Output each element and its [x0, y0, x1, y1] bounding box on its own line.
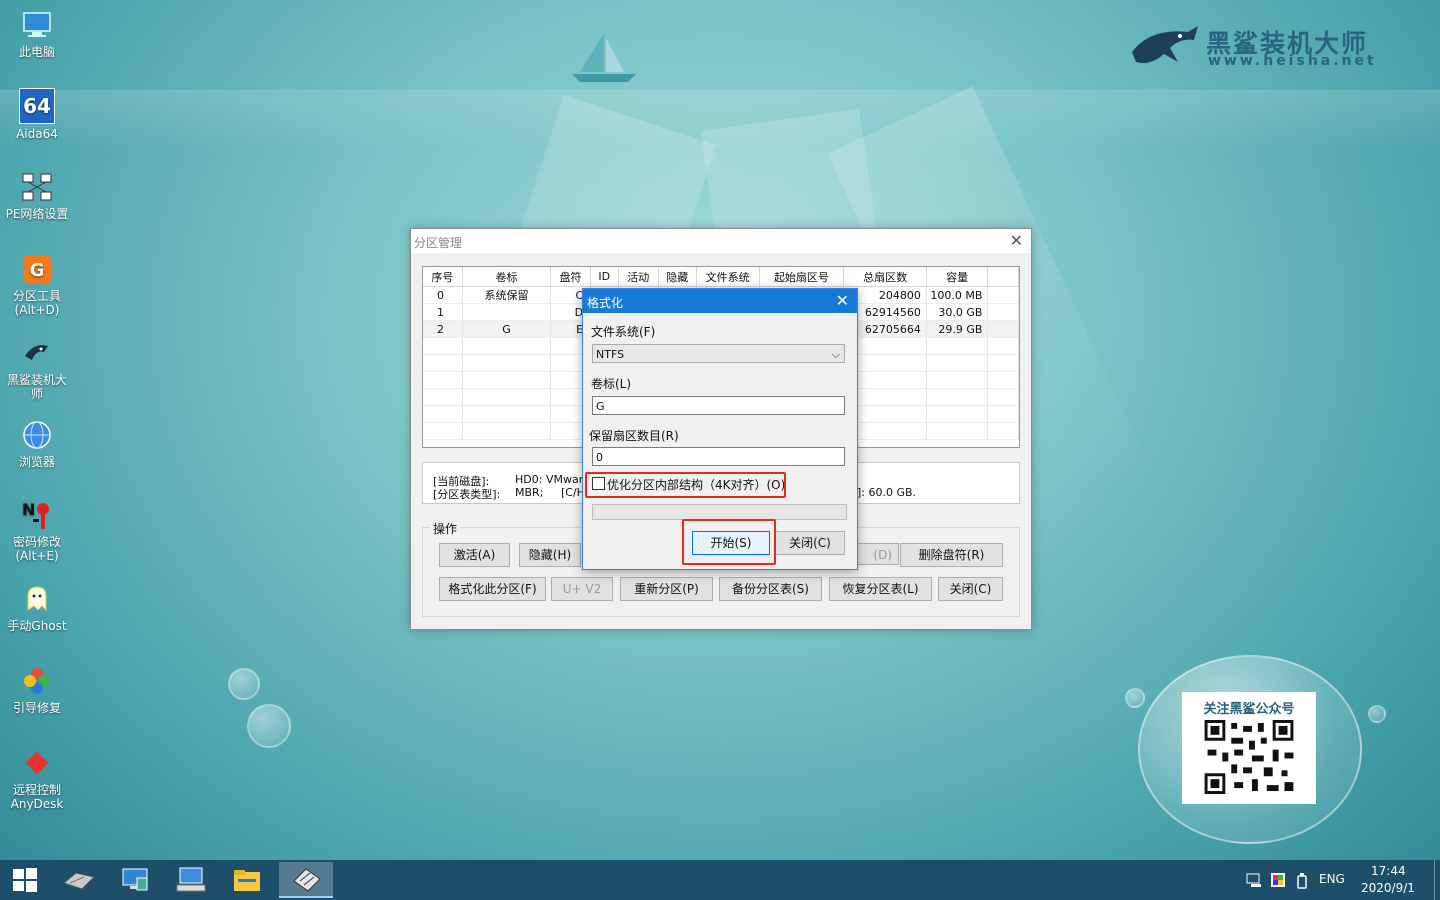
- column-header[interactable]: ID: [590, 267, 619, 287]
- volume-label-caption: 卷标(L): [591, 377, 632, 391]
- column-header[interactable]: 活动: [618, 267, 660, 287]
- column-header[interactable]: 卷标: [462, 267, 552, 287]
- computer-icon: [20, 8, 54, 42]
- column-header[interactable]: 容量: [926, 267, 989, 287]
- language-indicator[interactable]: ENG: [1319, 872, 1345, 886]
- desktop-icon-aida64[interactable]: 64 Aida64: [4, 88, 70, 141]
- color-tray-icon[interactable]: [1270, 872, 1286, 891]
- reserved-sectors-label: 保留扇区数目(R): [589, 429, 679, 443]
- svg-text:G: G: [30, 260, 45, 281]
- desktop-icon-heisha[interactable]: 黑鲨装机大 师: [4, 336, 70, 401]
- qr-card: 关注黑鲨公众号: [1182, 692, 1316, 804]
- bubble-decoration: [1368, 705, 1386, 723]
- partition-manager-icon: [293, 868, 321, 892]
- shark-logo-icon: [1132, 26, 1198, 63]
- globe-icon: [20, 418, 54, 452]
- window-title: 分区管理: [414, 236, 463, 250]
- aida64-icon: 64: [19, 88, 55, 124]
- desktop-icon-partition-tool[interactable]: G 分区工具 (Alt+D): [4, 252, 70, 317]
- bubble-decoration: [228, 668, 260, 700]
- hide-button[interactable]: 隐藏(H): [519, 543, 581, 567]
- svg-text:N: N: [22, 500, 35, 519]
- start-button[interactable]: [0, 862, 50, 898]
- dialog-titlebar[interactable]: 格式化 ✕: [583, 289, 857, 313]
- qr-code-icon: [1204, 720, 1294, 794]
- bubble-decoration: [1125, 688, 1145, 708]
- checkbox-highlight: [585, 472, 786, 498]
- taskbar-network[interactable]: [110, 862, 160, 898]
- pc-icon: [176, 867, 206, 892]
- key-icon: N: [20, 498, 54, 532]
- volume-label-input[interactable]: G: [592, 396, 845, 415]
- desktop-icon-password[interactable]: N 密码修改 (Alt+E): [4, 498, 70, 563]
- filesystem-label: 文件系统(F): [591, 325, 656, 339]
- taskbar-disk-tool[interactable]: [54, 862, 104, 898]
- column-header[interactable]: 起始扇区号: [759, 267, 845, 287]
- restore-table-button[interactable]: 恢复分区表(L): [829, 577, 932, 601]
- repartition-button[interactable]: 重新分区(P): [620, 577, 713, 601]
- desktop-icon-anydesk[interactable]: 远程控制 AnyDesk: [4, 746, 70, 811]
- shark-icon: [20, 336, 54, 370]
- taskbar: ENG 17:44 2020/9/1: [0, 860, 1440, 900]
- desktop-icon-browser[interactable]: 浏览器: [4, 418, 70, 469]
- network-tray-icon[interactable]: [1246, 872, 1264, 891]
- format-progress-bar: [592, 504, 847, 520]
- column-header[interactable]: 隐藏: [658, 267, 697, 287]
- usb-tray-icon[interactable]: [1296, 872, 1308, 893]
- delete-letter-button[interactable]: 删除盘符(R): [900, 543, 1003, 567]
- ghost-icon: [20, 582, 54, 616]
- desktop-icon-this-pc[interactable]: 此电脑: [4, 8, 70, 59]
- start-button-highlight: [682, 519, 776, 565]
- boot-repair-icon: [20, 664, 54, 698]
- format-partition-button[interactable]: 格式化此分区(F): [439, 577, 546, 601]
- close-icon[interactable]: ✕: [836, 291, 849, 310]
- heisha-logo: 黑鲨装机大师 www.heisha.net: [1130, 22, 1400, 74]
- clock-date[interactable]: 2020/9/1: [1361, 881, 1415, 895]
- network-icon: [20, 170, 54, 204]
- reserved-sectors-input[interactable]: 0: [592, 447, 845, 466]
- qr-caption: 关注黑鲨公众号: [1203, 702, 1295, 717]
- column-header[interactable]: 盘符: [550, 267, 591, 287]
- clock-time[interactable]: 17:44: [1371, 864, 1406, 878]
- network-computer-icon: [122, 868, 148, 891]
- partition-tool-icon: G: [20, 252, 54, 286]
- anydesk-icon: [20, 746, 54, 780]
- desktop-icon-boot-repair[interactable]: 引导修复: [4, 664, 70, 715]
- windows-icon: [13, 868, 37, 892]
- dialog-title: 格式化: [587, 296, 624, 310]
- sailboat-icon: [572, 33, 636, 82]
- hard-drive-icon: [62, 872, 95, 890]
- chevron-down-icon: ⌵: [831, 348, 840, 361]
- taskbar-explorer[interactable]: [222, 862, 272, 898]
- desktop-icon-ghost[interactable]: 手动Ghost: [4, 582, 70, 633]
- filesystem-select[interactable]: NTFS ⌵: [592, 344, 845, 363]
- bubble-decoration: [247, 704, 291, 748]
- desktop-icon-pe-network[interactable]: PE网络设置: [4, 170, 70, 221]
- taskbar-partition-manager[interactable]: [279, 862, 333, 898]
- taskbar-computer[interactable]: [166, 862, 216, 898]
- column-header[interactable]: 总扇区数: [843, 267, 927, 287]
- dialog-close-button[interactable]: 关闭(C): [775, 531, 845, 555]
- column-header[interactable]: 序号: [423, 267, 463, 287]
- activate-button[interactable]: 激活(A): [439, 543, 510, 567]
- folder-icon: [234, 870, 260, 891]
- close-button[interactable]: 关闭(C): [938, 577, 1003, 601]
- window-titlebar[interactable]: 分区管理 ✕: [411, 229, 1031, 253]
- backup-table-button[interactable]: 备份分区表(S): [719, 577, 822, 601]
- show-desktop-button[interactable]: [1434, 860, 1440, 900]
- close-icon[interactable]: ✕: [1010, 231, 1023, 250]
- uv2-button[interactable]: U+ V2: [551, 577, 613, 601]
- operations-label: 操作: [430, 520, 461, 537]
- column-header[interactable]: 文件系统: [696, 267, 760, 287]
